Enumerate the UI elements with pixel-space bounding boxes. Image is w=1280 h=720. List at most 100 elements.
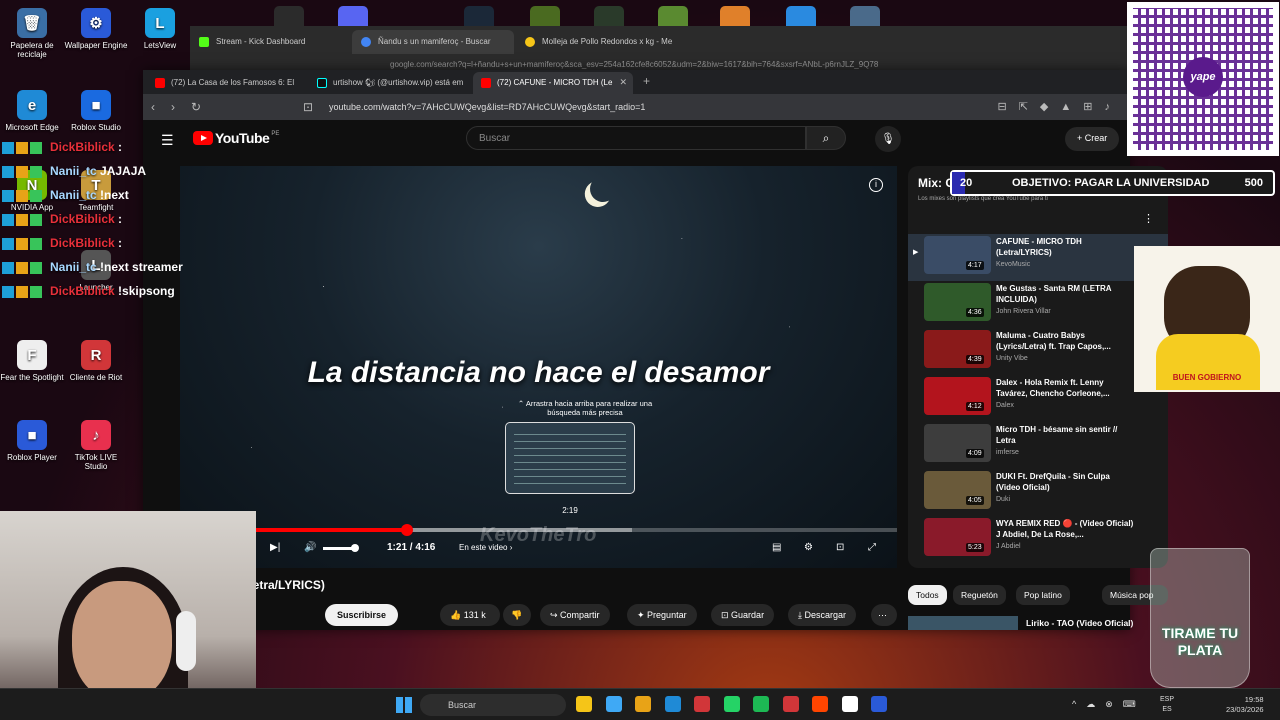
playlist-item[interactable]: 4:05 DUKI Ft. DrefQuila - Sin Culpa (Vide… bbox=[908, 469, 1168, 516]
taskbar-search[interactable]: Buscar bbox=[420, 694, 566, 716]
playlist-item[interactable]: 5:23 WYA REMIX RED 🔴 - (Video Oficial) J … bbox=[908, 516, 1168, 563]
playlist-item[interactable]: ▶ 4:17 CAFUNE - MICRO TDH (Letra/LYRICS) Ke… bbox=[908, 234, 1168, 281]
next-track-icon[interactable]: ▶| bbox=[270, 542, 280, 553]
tiktok-studio-icon[interactable]: ♪ TikTok LIVE Studio bbox=[64, 420, 128, 471]
google-favicon-icon bbox=[361, 37, 371, 47]
system-tray-icons[interactable]: ^☁⊗⌨ bbox=[1072, 699, 1146, 710]
playlist-item[interactable]: 4:09 Micro TDH - bésame sin sentir // Let… bbox=[908, 422, 1168, 469]
miniplayer-icon[interactable]: ⊡ bbox=[836, 542, 844, 553]
search-input[interactable]: Buscar bbox=[466, 126, 806, 150]
captions-icon[interactable]: ▤ bbox=[772, 542, 781, 553]
progress-bar[interactable] bbox=[180, 524, 897, 536]
clock[interactable]: 19:58 23/03/2026 bbox=[1226, 695, 1264, 715]
like-button[interactable]: 👍 131 k bbox=[440, 604, 500, 626]
back-tab-google-search[interactable]: Ñandu s un mamiferoç - Buscar bbox=[352, 30, 514, 54]
video-duration: 4:36 bbox=[966, 308, 984, 317]
chip-todos[interactable]: Todos bbox=[908, 585, 947, 605]
recycle-bin-icon[interactable]: 🗑 Papelera de reciclaje bbox=[0, 8, 64, 59]
letsview-icon[interactable]: L LetsView bbox=[128, 8, 192, 50]
back-tab-molleja[interactable]: Molleja de Pollo Redondos x kg - Me bbox=[516, 30, 680, 54]
chat-text: !next streamer bbox=[100, 260, 183, 274]
new-tab-button[interactable]: + bbox=[643, 74, 650, 88]
taskbar-app-icon[interactable] bbox=[605, 696, 622, 712]
chat-badges-icon bbox=[2, 165, 46, 178]
volume-icon[interactable]: 🔊 bbox=[304, 542, 316, 553]
more-actions-button[interactable]: ⋯ bbox=[871, 604, 897, 626]
hamburger-menu-icon[interactable]: ☰ bbox=[161, 132, 174, 149]
forward-arrow-icon[interactable]: › bbox=[171, 100, 175, 114]
desktop-icon-label: LetsView bbox=[143, 41, 177, 50]
taskbar-app-icon[interactable] bbox=[723, 696, 740, 712]
nav-bar: ‹ › ↻ ⊡ youtube.com/watch?v=7AHcCUWQevg&… bbox=[143, 94, 1130, 120]
riot-client-icon[interactable]: R Cliente de Riot bbox=[64, 340, 128, 382]
chat-message: DickBiblick : bbox=[2, 236, 122, 256]
share-button[interactable]: ↪ Compartir bbox=[540, 604, 610, 626]
roblox-player-icon[interactable]: ■ Roblox Player bbox=[0, 420, 64, 462]
share-icon: ↪ bbox=[550, 610, 561, 620]
save-button[interactable]: ⊡ Guardar bbox=[711, 604, 775, 626]
microphone-icon: 🎙 bbox=[881, 133, 895, 145]
seek-preview-thumbnail bbox=[505, 422, 635, 494]
create-button[interactable]: + Crear bbox=[1065, 127, 1120, 151]
download-button[interactable]: ⤓ Descargar bbox=[788, 604, 856, 626]
wallpaper-engine-icon[interactable]: ⚙ Wallpaper Engine bbox=[64, 8, 128, 50]
playlist-item-title: Micro TDH - bésame sin sentir // Letra bbox=[996, 425, 1118, 445]
scrubber-handle[interactable] bbox=[400, 524, 413, 536]
chat-message: DickBiblick : bbox=[2, 140, 122, 160]
chip-pop-latino[interactable]: Pop latino bbox=[1016, 585, 1070, 605]
bookmark-icon[interactable]: ⊡ bbox=[303, 100, 313, 114]
playlist-item[interactable]: 4:39 Maluma - Cuatro Babys (Lyrics/Letra)… bbox=[908, 328, 1168, 375]
dislike-button[interactable]: 👎 bbox=[503, 604, 531, 626]
language-indicator[interactable]: ESP ES bbox=[1160, 695, 1174, 715]
windows-start-icon[interactable] bbox=[396, 697, 412, 713]
taskbar-app-icon[interactable] bbox=[812, 696, 828, 712]
tab-casa-famosos[interactable]: (72) La Casa de los Famosos 6: El bbox=[147, 72, 307, 94]
chapters-button[interactable]: En este video › bbox=[459, 543, 512, 552]
taskbar-app-icon[interactable] bbox=[576, 696, 592, 712]
taskbar-app-icon[interactable] bbox=[871, 696, 887, 712]
fear-spotlight-icon[interactable]: F Fear the Spotlight bbox=[0, 340, 64, 382]
sparkle-icon: ✦ bbox=[637, 610, 648, 620]
browser-toolbar-icons[interactable]: ⊟⇱◆▲⊞♪ bbox=[998, 100, 1123, 113]
tab-bar: (72) La Casa de los Famosos 6: El urtish… bbox=[143, 70, 1130, 94]
youtube-header: ☰ YouTube PE Buscar ⌕ 🎙 + Crear bbox=[143, 120, 1130, 158]
playlist-item[interactable]: 4:12 Dalex - Hola Remix ft. Lenny Tavárez… bbox=[908, 375, 1168, 422]
taskbar-app-icon[interactable] bbox=[694, 696, 710, 712]
chip-regueton[interactable]: Reguetón bbox=[953, 585, 1006, 605]
video-player[interactable]: i La distancia no hace el desamor ⌃ Arra… bbox=[180, 166, 897, 568]
subscribe-button[interactable]: Suscribirse bbox=[325, 604, 399, 626]
volume-handle[interactable] bbox=[351, 544, 359, 552]
recommended-video[interactable]: Liriko - TAO (Video Oficial) bbox=[908, 616, 1168, 630]
taskbar-app-icon[interactable] bbox=[635, 696, 651, 712]
back-arrow-icon[interactable]: ‹ bbox=[151, 100, 155, 114]
reload-icon[interactable]: ↻ bbox=[191, 100, 201, 114]
chat-text: : bbox=[118, 140, 123, 154]
ask-button[interactable]: ✦ Preguntar bbox=[627, 604, 697, 626]
taskbar-app-icon[interactable] bbox=[841, 696, 858, 712]
roblox-studio-icon[interactable]: ■ Roblox Studio bbox=[64, 90, 128, 132]
tip-cup-overlay: TIRAME TU PLATA bbox=[1150, 548, 1250, 688]
search-button[interactable]: ⌕ bbox=[806, 126, 846, 150]
close-tab-icon[interactable]: ✕ bbox=[619, 77, 627, 88]
info-icon[interactable]: i bbox=[869, 178, 883, 192]
chat-text: : bbox=[118, 212, 123, 226]
goal-text: OBJETIVO: PAGAR LA UNIVERSIDAD bbox=[1012, 177, 1210, 189]
playlist-item[interactable]: 4:36 Me Gustas - Santa RM (LETRA INCLUIDA… bbox=[908, 281, 1168, 328]
edge-icon[interactable]: e Microsoft Edge bbox=[0, 90, 64, 132]
voice-search-button[interactable]: 🎙 bbox=[875, 126, 901, 152]
back-tab-kick[interactable]: Stream - Kick Dashboard bbox=[190, 30, 350, 54]
edge-icon-glyph: e bbox=[17, 90, 47, 120]
volume-slider[interactable] bbox=[323, 547, 353, 550]
more-vertical-icon[interactable]: ⋮ bbox=[1143, 212, 1154, 225]
address-bar[interactable]: youtube.com/watch?v=7AHcCUWQevg&list=RD7… bbox=[323, 98, 923, 116]
tab-urtishow[interactable]: urtishow 🐿 (@urtishow.vip) está em bbox=[309, 72, 469, 94]
taskbar-app-icon[interactable] bbox=[664, 696, 681, 712]
settings-gear-icon[interactable]: ⚙ bbox=[804, 542, 813, 553]
taskbar-app-icon[interactable] bbox=[753, 696, 769, 712]
search-icon: ⌕ bbox=[822, 131, 830, 145]
youtube-logo[interactable]: YouTube PE bbox=[193, 130, 279, 146]
fullscreen-icon[interactable]: ⤢ bbox=[868, 542, 876, 553]
taskbar-app-icon[interactable] bbox=[782, 696, 799, 712]
tab-cafune[interactable]: (72) CAFUNE - MICRO TDH (Le ✕ bbox=[473, 72, 633, 94]
chat-badges-icon bbox=[2, 213, 46, 226]
